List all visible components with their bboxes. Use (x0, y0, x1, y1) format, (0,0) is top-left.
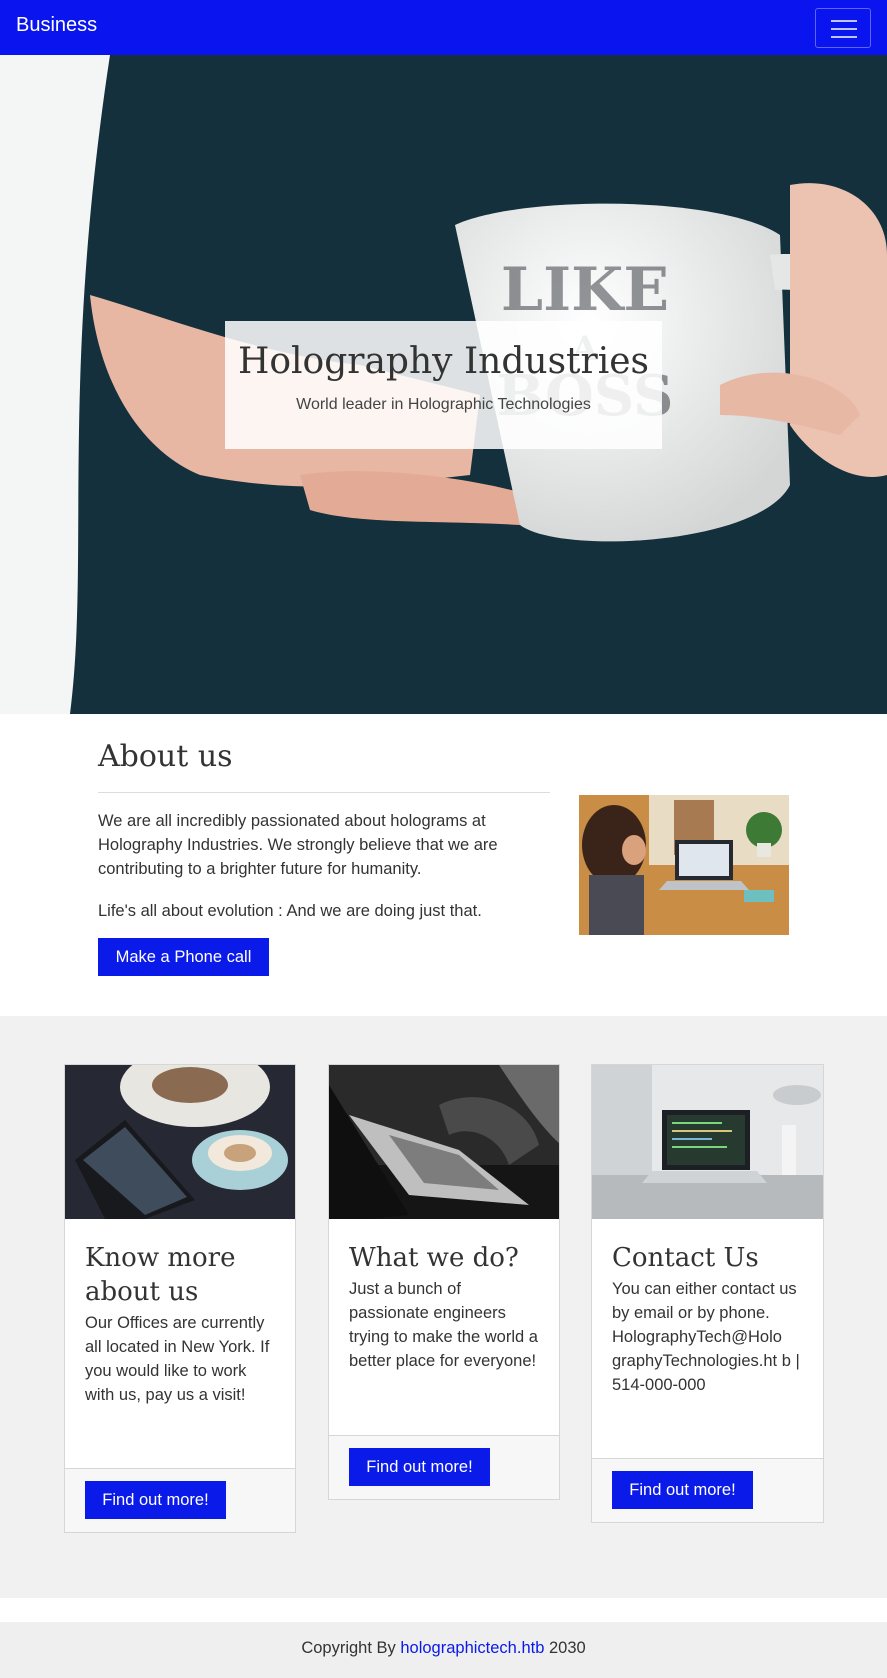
card-footer: Find out more! (329, 1435, 559, 1499)
card: What we do? Just a bunch of passionate e… (328, 1064, 560, 1500)
card-footer: Find out more! (592, 1458, 823, 1522)
card-image (329, 1065, 559, 1219)
card-text: Our Offices are currently all located in… (85, 1314, 270, 1404)
card-image (65, 1065, 295, 1219)
card-image (592, 1065, 823, 1219)
divider (98, 792, 550, 793)
card-title: What we do? (349, 1243, 519, 1273)
phone-call-button[interactable]: Make a Phone call (98, 938, 269, 976)
find-out-more-button[interactable]: Find out more! (85, 1481, 226, 1519)
hero-title: Holography Industries (237, 341, 650, 382)
card: Contact Us You can either contact us by … (591, 1064, 824, 1523)
find-out-more-button[interactable]: Find out more! (612, 1471, 753, 1509)
card-title: Know more about us (85, 1243, 236, 1307)
about-paragraph: Life's all about evolution : And we are … (98, 902, 482, 920)
about-section: About us We are all incredibly passionat… (0, 714, 887, 1016)
about-image (579, 795, 789, 935)
mug-text: LIKE (501, 255, 669, 325)
card-text: Just a bunch of passionate engineers try… (349, 1280, 538, 1370)
copyright-text: Copyright By holographictech.htb 2030 (301, 1639, 586, 1657)
navbar: Business (0, 0, 887, 55)
footer-link[interactable]: holographictech.htb (400, 1639, 544, 1657)
hamburger-menu-icon (831, 20, 857, 22)
card: Know more about us Our Offices are curre… (64, 1064, 296, 1533)
cards-section: Know more about us Our Offices are curre… (0, 1016, 887, 1598)
card-text: You can either contact us by email or by… (612, 1280, 800, 1394)
hero-subtitle: World leader in Holographic Technologies (296, 396, 591, 413)
navbar-brand[interactable]: Business (16, 14, 97, 37)
card-title: Contact Us (612, 1243, 759, 1273)
card-footer: Find out more! (65, 1468, 295, 1532)
about-title: About us (98, 739, 233, 774)
find-out-more-button[interactable]: Find out more! (349, 1448, 490, 1486)
footer: Copyright By holographictech.htb 2030 (0, 1622, 887, 1678)
about-paragraph: We are all incredibly passionated about … (98, 812, 498, 878)
menu-toggle-button[interactable] (815, 8, 871, 48)
hero-banner: LIKEABOSS Holography Industries World le… (0, 55, 887, 714)
hero-caption: Holography Industries World leader in Ho… (225, 321, 662, 449)
